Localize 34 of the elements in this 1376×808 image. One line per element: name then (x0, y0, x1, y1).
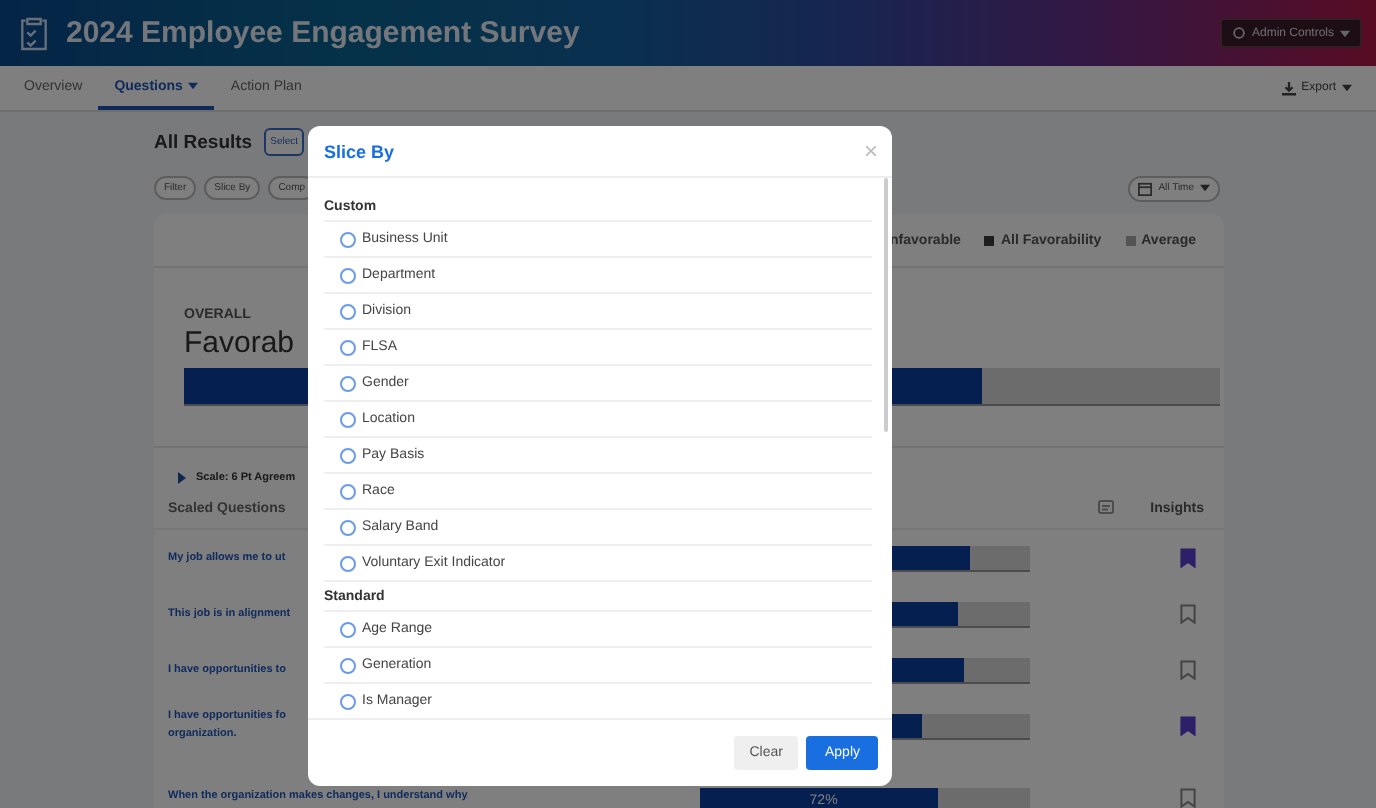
radio-button[interactable] (340, 303, 356, 319)
radio-button[interactable] (340, 231, 356, 247)
caret-icon (188, 82, 199, 90)
bookmark-icon[interactable] (1180, 548, 1196, 568)
caret-icon (1200, 184, 1210, 192)
radio-button[interactable] (340, 267, 356, 283)
comment-icon (1098, 500, 1115, 516)
legend-swatch (984, 235, 995, 245)
bookmark-icon[interactable] (1180, 604, 1196, 624)
caret-icon (1340, 29, 1350, 37)
radio-button[interactable] (340, 483, 356, 499)
close-icon[interactable] (866, 146, 876, 156)
radio-button[interactable] (340, 693, 356, 709)
radio-button[interactable] (340, 519, 356, 535)
radio-button[interactable] (340, 339, 356, 355)
bookmark-icon[interactable] (1180, 660, 1196, 680)
radio-button[interactable] (340, 375, 356, 391)
scrollbar[interactable] (884, 178, 888, 432)
overall-title: Favorab (184, 326, 295, 360)
legend-swatch (1125, 235, 1136, 245)
download-icon (1281, 81, 1296, 95)
radio-button[interactable] (340, 657, 356, 673)
caret-icon (1342, 84, 1352, 92)
radio-button[interactable] (340, 447, 356, 463)
bookmark-icon[interactable] (1180, 716, 1196, 736)
calendar-icon (1138, 181, 1153, 195)
radio-button[interactable] (340, 411, 356, 427)
caret-icon[interactable] (178, 472, 186, 484)
radio-button[interactable] (340, 621, 356, 637)
dialog-title: Slice By (324, 141, 395, 161)
page-heading: All Results (154, 131, 253, 153)
bookmark-icon[interactable] (1180, 788, 1196, 808)
survey-title: 2024 Employee Engagement Survey (66, 16, 580, 50)
radio-button[interactable] (340, 555, 356, 571)
